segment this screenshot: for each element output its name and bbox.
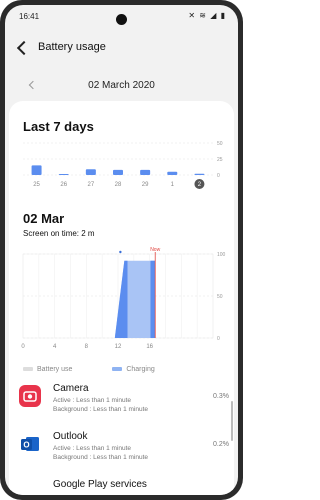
battery-use-swatch	[23, 367, 33, 372]
weekly-bar-chart: 5025025 26 27 28 29 1 2	[23, 141, 223, 189]
weekly-bar	[113, 169, 123, 175]
app-percent: 0.2%	[213, 441, 229, 448]
app-bar: Battery usage	[5, 35, 238, 65]
status-bar: 16:41 ✕ ≋ ◢ ▮	[5, 5, 238, 27]
selected-date: 02 March 2020	[88, 80, 155, 91]
app-active-time: Active : Less than 1 minute	[53, 445, 132, 452]
weekly-ytick-label: 0	[217, 173, 220, 179]
weekly-bar	[85, 169, 96, 175]
app-name: Outlook	[53, 431, 88, 442]
battery-area	[150, 260, 156, 338]
weekly-bar	[31, 165, 42, 175]
weekly-title: Last 7 days	[23, 119, 94, 134]
daily-xtick-label: 8	[85, 344, 89, 350]
daily-xtick-label: 0	[21, 344, 25, 350]
status-icons: ✕ ≋ ◢ ▮	[188, 11, 226, 20]
screen-on-time: Screen on time: 2 m	[23, 229, 95, 238]
page-title: Battery usage	[38, 41, 106, 53]
weekly-xtick-label: 1	[171, 182, 175, 188]
weekly-bar	[194, 173, 205, 175]
charge-start-marker	[119, 250, 122, 254]
weekly-ytick-label: 50	[217, 141, 223, 147]
outlook-app-icon: O	[19, 433, 41, 455]
weekly-ytick-label: 25	[217, 157, 223, 163]
app-row-outlook[interactable]: O Outlook Active : Less than 1 minute Ba…	[19, 431, 229, 479]
daily-xtick-label: 16	[146, 344, 153, 350]
camera-app-icon	[19, 385, 41, 407]
scrollbar[interactable]	[231, 401, 233, 441]
app-background-time: Background : Less than 1 minute	[53, 454, 149, 461]
weekly-xtick-label: 29	[142, 182, 149, 188]
daily-battery-chart: 100 50 0 Now 0 4 8 12 16	[21, 247, 226, 350]
app-active-time: Active : Less than 1 minute	[53, 397, 132, 404]
legend-charging: Charging	[126, 366, 155, 373]
app-percent: 0.3%	[213, 393, 229, 400]
weekly-xtick-label: 27	[88, 182, 95, 188]
weekly-xtick-label: 28	[115, 182, 122, 188]
app-background-time: Background : Less than 1 minute	[53, 406, 149, 413]
screen: 16:41 ✕ ≋ ◢ ▮ Battery usage 02 March 202…	[5, 5, 238, 495]
battery-area	[114, 260, 128, 338]
camera-cutout	[116, 14, 127, 25]
usage-card: Last 7 days 50 25 0 25 26 27 28 29 1 2 02 Mar Scr…	[9, 101, 234, 495]
daily-xtick-label: 4	[53, 344, 57, 350]
weekly-xtick-label: 25	[33, 182, 40, 188]
status-time: 16:41	[19, 12, 40, 21]
app-row-google-play-services[interactable]: Google Play services	[19, 479, 229, 495]
legend-battery-use: Battery use	[37, 366, 73, 373]
weekly-bar	[140, 169, 151, 175]
daily-ytick-label: 50	[217, 294, 223, 300]
app-row-camera[interactable]: Camera Active : Less than 1 minute Backg…	[19, 383, 229, 431]
back-arrow-icon[interactable]	[16, 40, 32, 56]
daily-xtick-label: 12	[115, 344, 122, 350]
date-navigator: 02 March 2020	[5, 73, 238, 97]
weekly-xtick-label: 26	[60, 182, 67, 188]
now-label: Now	[150, 247, 160, 253]
app-name: Camera	[53, 383, 89, 394]
weekly-bar	[167, 171, 178, 175]
daily-ytick-label: 100	[217, 252, 226, 258]
daily-ytick-label: 0	[217, 336, 220, 342]
charging-swatch	[112, 367, 123, 372]
daily-title: 02 Mar	[23, 211, 65, 226]
phone-frame: 16:41 ✕ ≋ ◢ ▮ Battery usage 02 March 202…	[0, 0, 243, 500]
weekly-bar	[58, 174, 69, 175]
app-name: Google Play services	[53, 479, 147, 490]
chart-legend: Battery use Charging	[23, 366, 155, 373]
svg-text:O: O	[23, 441, 29, 450]
